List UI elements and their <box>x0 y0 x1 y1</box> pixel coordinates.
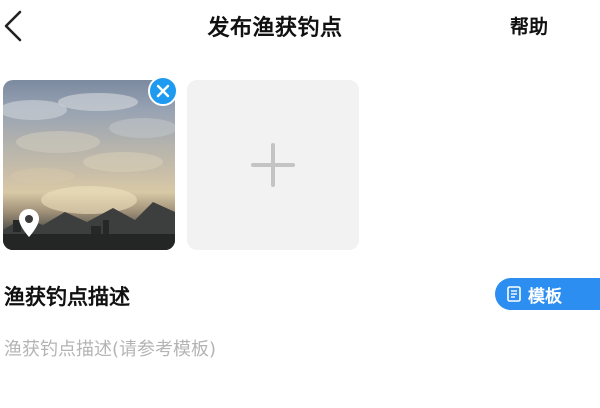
location-pin-icon <box>18 208 40 238</box>
description-input[interactable] <box>4 336 564 362</box>
close-icon <box>156 84 170 98</box>
help-button[interactable]: 帮助 <box>510 12 548 39</box>
plus-icon <box>251 143 295 187</box>
document-icon <box>507 286 521 302</box>
remove-photo-button[interactable] <box>148 76 178 106</box>
page-title: 发布渔获钓点 <box>207 16 343 41</box>
template-button[interactable]: 模板 <box>495 278 600 310</box>
template-button-label: 模板 <box>528 287 562 307</box>
top-bar: 发布渔获钓点 帮助 <box>0 0 600 54</box>
description-section-title: 渔获钓点描述 <box>4 285 130 309</box>
add-photo-button[interactable] <box>187 80 359 250</box>
